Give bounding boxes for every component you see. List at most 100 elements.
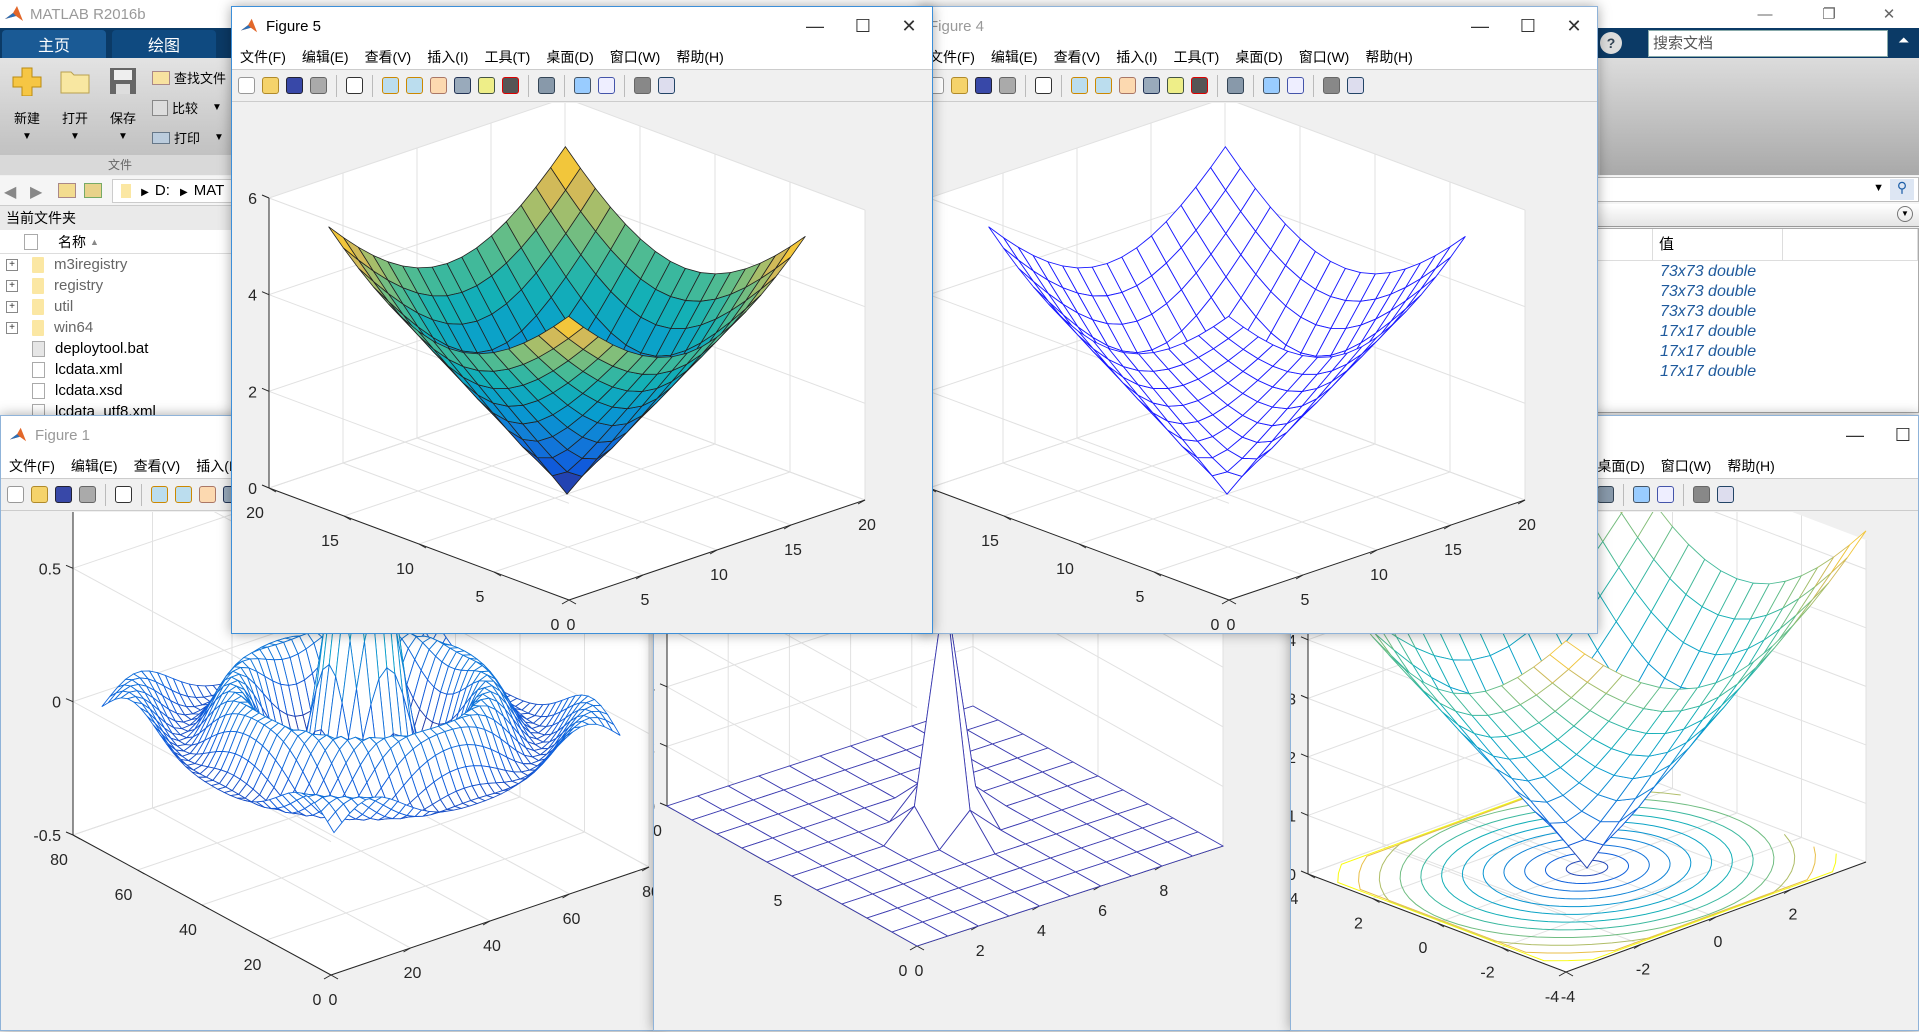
hide-plot-tools-icon[interactable] bbox=[634, 77, 651, 94]
menu-item[interactable]: 桌面(D) bbox=[1235, 47, 1282, 67]
zoom-out-icon[interactable] bbox=[175, 486, 192, 503]
new-figure-icon[interactable] bbox=[7, 486, 24, 503]
menu-item[interactable]: 工具(T) bbox=[484, 47, 530, 67]
workspace-value[interactable]: 73x73 double bbox=[1660, 303, 1756, 321]
menu-item[interactable]: 查看(V) bbox=[365, 47, 412, 67]
file-list-item[interactable]: + win64 bbox=[0, 317, 240, 338]
zoom-in-icon[interactable] bbox=[1071, 77, 1088, 94]
pointer-icon[interactable] bbox=[1035, 77, 1052, 94]
menu-item[interactable]: 帮助(H) bbox=[676, 47, 723, 67]
print-icon[interactable] bbox=[79, 486, 96, 503]
pan-hand-icon[interactable] bbox=[430, 77, 447, 94]
data-cursor-icon[interactable] bbox=[1167, 77, 1184, 94]
file-list-item[interactable]: + m3iregistry bbox=[0, 254, 240, 275]
panel-menu-icon[interactable]: ▼ bbox=[1897, 206, 1913, 222]
path-segment[interactable]: MAT bbox=[194, 182, 225, 199]
brush-icon[interactable] bbox=[502, 77, 519, 94]
show-plot-tools-icon[interactable] bbox=[658, 77, 675, 94]
workspace-value[interactable]: 17x17 double bbox=[1660, 323, 1756, 341]
expand-icon[interactable]: + bbox=[6, 279, 18, 292]
menu-item[interactable]: 桌面(D) bbox=[546, 47, 593, 67]
colorbar-icon[interactable] bbox=[1633, 486, 1650, 503]
link-plot-icon[interactable] bbox=[1227, 77, 1244, 94]
find-files-button[interactable]: 查找文件 bbox=[152, 68, 226, 87]
open-file-icon[interactable] bbox=[262, 77, 279, 94]
expand-icon[interactable]: + bbox=[6, 300, 18, 313]
file-list-item[interactable]: deploytool.bat bbox=[0, 338, 240, 359]
open-button[interactable]: 打开 ▼ bbox=[50, 66, 100, 142]
menu-item[interactable]: 插入(I) bbox=[427, 47, 468, 67]
workspace-value[interactable]: 17x17 double bbox=[1660, 363, 1756, 381]
rotate-3d-icon[interactable] bbox=[1143, 77, 1160, 94]
new-figure-icon[interactable] bbox=[238, 77, 255, 94]
print-icon[interactable] bbox=[999, 77, 1016, 94]
up-folder-icon[interactable] bbox=[58, 183, 76, 198]
show-plot-tools-icon[interactable] bbox=[1347, 77, 1364, 94]
column-extra[interactable] bbox=[1783, 229, 1918, 261]
save-button[interactable]: 保存 ▼ bbox=[98, 66, 148, 142]
menu-item[interactable]: 工具(T) bbox=[1173, 47, 1219, 67]
column-value[interactable]: 值 bbox=[1653, 229, 1783, 261]
minimize-button[interactable]: — bbox=[1832, 416, 1878, 454]
pan-hand-icon[interactable] bbox=[199, 486, 216, 503]
expand-icon[interactable]: + bbox=[6, 258, 18, 271]
main-restore-button[interactable]: ❐ bbox=[1806, 0, 1852, 28]
file-list-item[interactable]: lcdata.xsd bbox=[0, 380, 240, 401]
expand-icon[interactable]: + bbox=[6, 321, 18, 334]
address-path[interactable]: ▶ D: ▶ MAT bbox=[112, 179, 242, 203]
workspace-value[interactable]: 73x73 double bbox=[1660, 263, 1756, 281]
menu-item[interactable]: 编辑(E) bbox=[71, 456, 118, 476]
legend-icon[interactable] bbox=[1287, 77, 1304, 94]
path-drive[interactable]: D: bbox=[155, 182, 170, 199]
menu-item[interactable]: 帮助(H) bbox=[1727, 456, 1774, 476]
search-icon[interactable]: ⚲ bbox=[1872, 34, 1882, 51]
help-search-input[interactable]: 搜索文档 bbox=[1648, 30, 1888, 57]
link-plot-icon[interactable] bbox=[1597, 486, 1614, 503]
compare-button[interactable]: 比较 ▼ bbox=[152, 98, 222, 117]
legend-icon[interactable] bbox=[1657, 486, 1674, 503]
zoom-in-icon[interactable] bbox=[151, 486, 168, 503]
figure-2-plot[interactable]: 02468051000.20.40.60.8 bbox=[654, 581, 1294, 1032]
open-file-icon[interactable] bbox=[951, 77, 968, 94]
hide-plot-tools-icon[interactable] bbox=[1693, 486, 1710, 503]
colorbar-icon[interactable] bbox=[1263, 77, 1280, 94]
colorbar-icon[interactable] bbox=[574, 77, 591, 94]
brush-icon[interactable] bbox=[1191, 77, 1208, 94]
menu-item[interactable]: 编辑(E) bbox=[302, 47, 349, 67]
minimize-button[interactable]: — bbox=[1457, 7, 1503, 45]
menu-item[interactable]: 文件(F) bbox=[9, 456, 55, 476]
menu-item[interactable]: 编辑(E) bbox=[991, 47, 1038, 67]
workspace-value[interactable]: 73x73 double bbox=[1660, 283, 1756, 301]
pan-hand-icon[interactable] bbox=[1119, 77, 1136, 94]
menu-item[interactable]: 帮助(H) bbox=[1365, 47, 1412, 67]
menu-item[interactable]: 插入(I) bbox=[1116, 47, 1157, 67]
maximize-button[interactable]: ☐ bbox=[840, 7, 886, 45]
zoom-in-icon[interactable] bbox=[382, 77, 399, 94]
menu-item[interactable]: 窗口(W) bbox=[1661, 456, 1712, 476]
menu-item[interactable]: 文件(F) bbox=[240, 47, 286, 67]
back-arrow-icon[interactable]: ◀ bbox=[4, 182, 16, 202]
collapse-ribbon-icon[interactable]: ⏶ bbox=[1898, 32, 1909, 49]
menu-item[interactable]: 窗口(W) bbox=[1299, 47, 1350, 67]
workspace-filter-input[interactable]: ▼ ⚲ bbox=[1597, 177, 1919, 202]
close-button[interactable]: ✕ bbox=[1551, 7, 1597, 45]
dropdown-arrow-icon[interactable]: ▼ bbox=[1873, 182, 1884, 194]
maximize-button[interactable]: ☐ bbox=[1880, 416, 1919, 454]
save-icon[interactable] bbox=[286, 77, 303, 94]
workspace-value[interactable]: 17x17 double bbox=[1660, 343, 1756, 361]
menu-item[interactable]: 查看(V) bbox=[134, 456, 181, 476]
menu-item[interactable]: 查看(V) bbox=[1054, 47, 1101, 67]
legend-icon[interactable] bbox=[598, 77, 615, 94]
print-icon[interactable] bbox=[310, 77, 327, 94]
browse-folder-icon[interactable] bbox=[84, 183, 102, 198]
maximize-button[interactable]: ☐ bbox=[1505, 7, 1551, 45]
column-name[interactable] bbox=[1598, 229, 1653, 261]
print-button[interactable]: 打印 ▼ bbox=[152, 128, 224, 147]
figure-4-plot[interactable]: 05101520051015200246 bbox=[921, 103, 1599, 633]
forward-arrow-icon[interactable]: ▶ bbox=[30, 182, 42, 202]
minimize-button[interactable]: — bbox=[792, 7, 838, 45]
file-list-item[interactable]: lcdata.xml bbox=[0, 359, 240, 380]
zoom-out-icon[interactable] bbox=[406, 77, 423, 94]
column-name[interactable]: 名称 bbox=[58, 232, 86, 252]
tab-plots[interactable]: 绘图 bbox=[112, 30, 216, 58]
